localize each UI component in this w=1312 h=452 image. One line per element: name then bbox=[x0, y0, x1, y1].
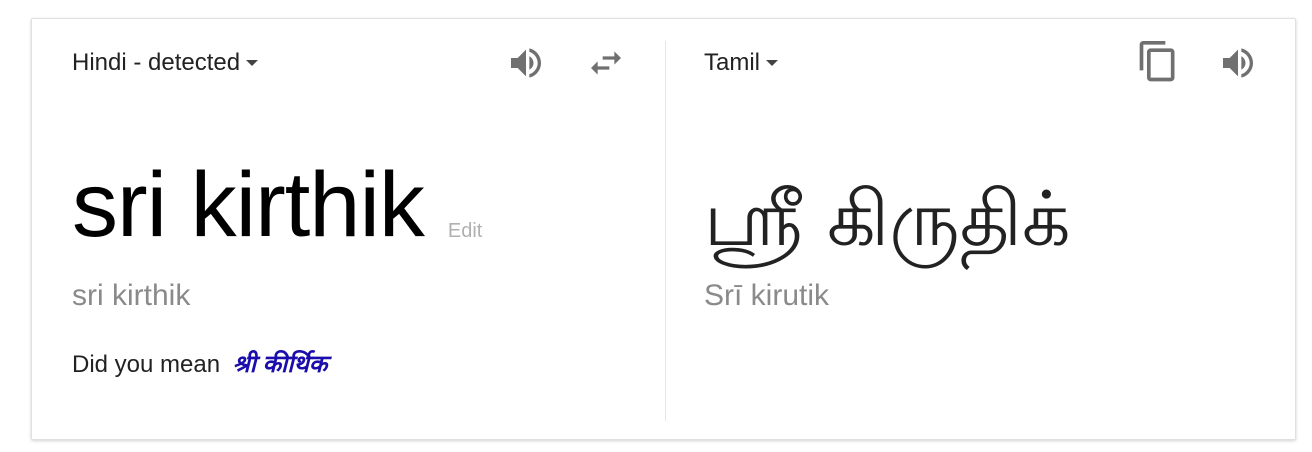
speaker-icon bbox=[511, 48, 541, 78]
copy-button[interactable] bbox=[1136, 41, 1180, 85]
source-text-area[interactable]: sri kirthik Edit bbox=[72, 159, 482, 251]
translation-card: Hindi - detected sri kirthik Edit sri ki… bbox=[31, 18, 1296, 440]
swap-languages-button[interactable] bbox=[584, 41, 628, 85]
source-language-label: Hindi - detected bbox=[72, 49, 241, 76]
source-transliteration: sri kirthik bbox=[72, 279, 191, 312]
swap-languages-icon bbox=[591, 51, 621, 75]
source-language-selector[interactable]: Hindi - detected bbox=[72, 49, 259, 77]
translated-text: ஸ்ரீ கிருதிக் bbox=[704, 174, 1071, 263]
target-listen-button[interactable] bbox=[1216, 41, 1260, 85]
source-text[interactable]: sri kirthik bbox=[72, 159, 425, 251]
caret-down-icon bbox=[766, 60, 779, 66]
copy-icon bbox=[1139, 41, 1175, 82]
source-listen-button[interactable] bbox=[504, 41, 548, 85]
speaker-icon bbox=[1223, 48, 1253, 78]
caret-down-icon bbox=[246, 60, 259, 66]
target-language-selector[interactable]: Tamil bbox=[704, 49, 779, 77]
target-transliteration: Srī kirutik bbox=[704, 279, 830, 312]
suggestion-link[interactable]: श्री कीर्थिक bbox=[233, 351, 328, 378]
did-you-mean: Did you mean श्री कीर्थिक bbox=[72, 347, 327, 380]
edit-link[interactable]: Edit bbox=[448, 220, 482, 243]
target-language-label: Tamil bbox=[704, 49, 761, 76]
did-you-mean-label: Did you mean bbox=[72, 351, 221, 378]
pane-divider bbox=[665, 41, 666, 421]
